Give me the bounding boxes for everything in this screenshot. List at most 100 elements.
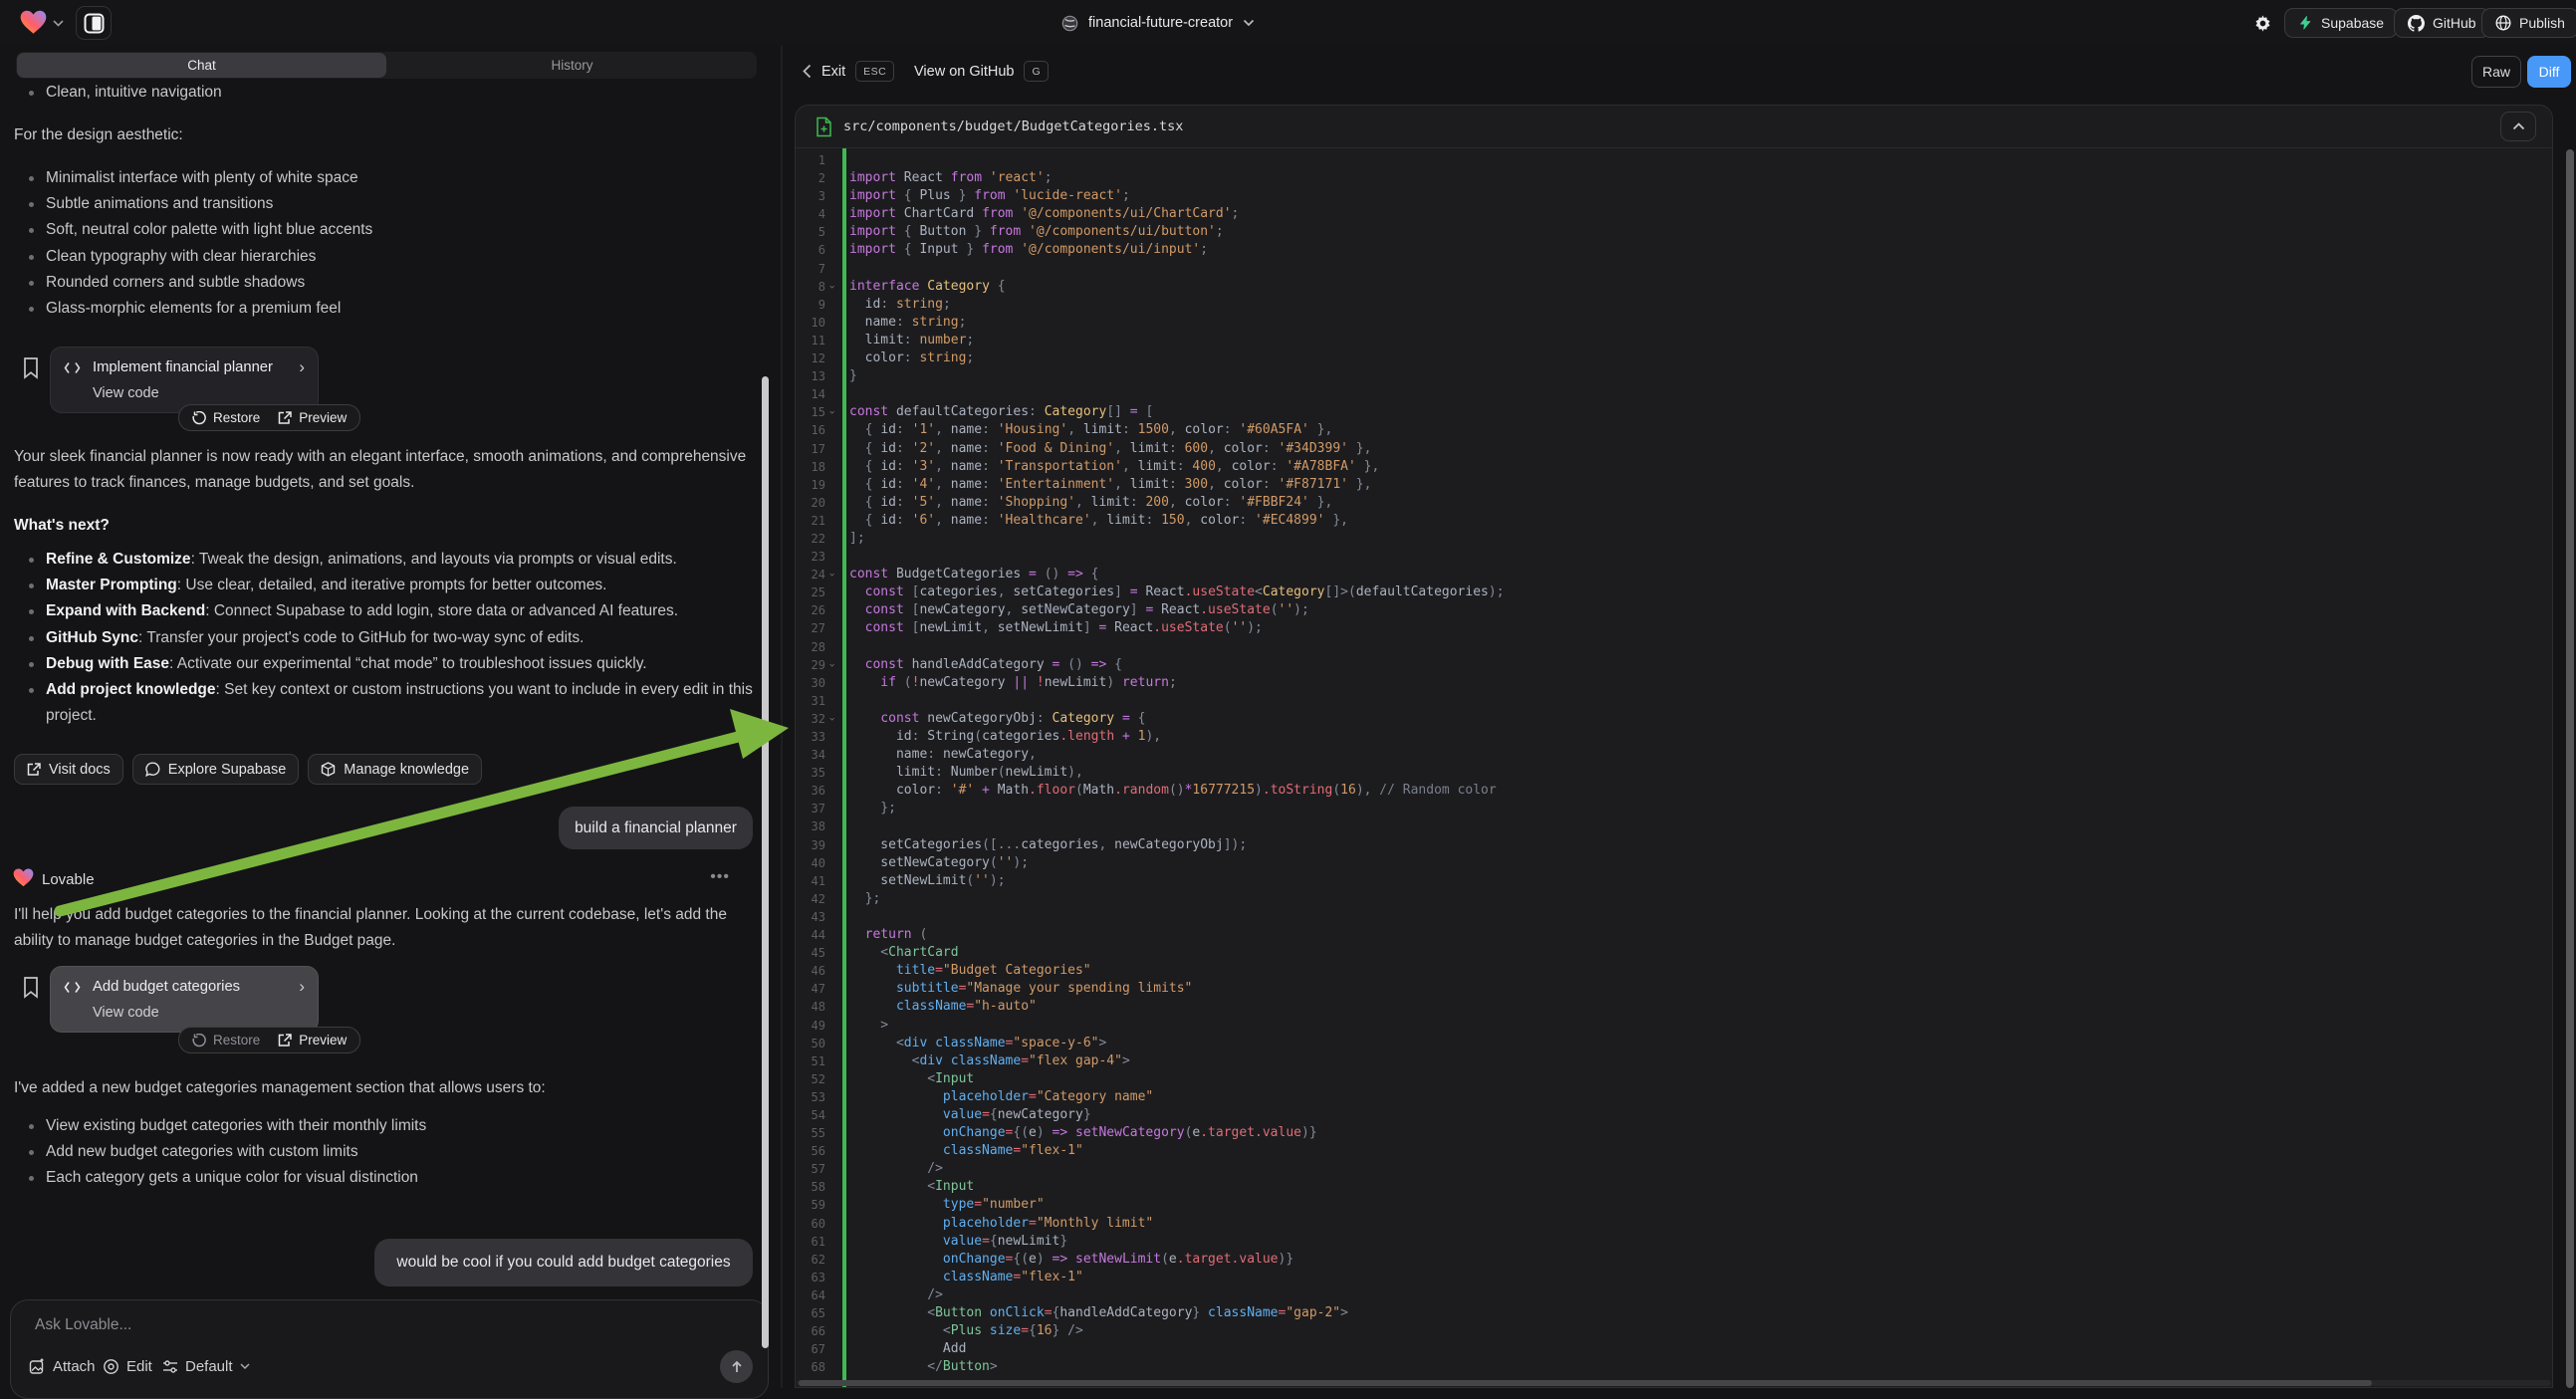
code-vertical-scrollbar[interactable] <box>2566 149 2574 1388</box>
code-line: 4import ChartCard from '@/components/ui/… <box>796 205 2552 223</box>
explore-supabase-button[interactable]: Explore Supabase <box>132 754 300 785</box>
line-number: 45 <box>796 944 825 962</box>
line-number: 50 <box>796 1035 825 1052</box>
raw-toggle-button[interactable]: Raw <box>2471 56 2521 88</box>
toggle-sidebar-button[interactable] <box>76 6 112 40</box>
code-header: Exit ESC View on GitHub G Raw Diff <box>795 46 2576 101</box>
preview-button[interactable]: Preview <box>278 410 347 425</box>
line-number: 18 <box>796 458 825 476</box>
chat-input-box[interactable]: Ask Lovable... Attach Edit Default <box>10 1299 769 1399</box>
fold-chevron-icon[interactable]: › <box>822 572 840 579</box>
line-number: 24 <box>796 566 825 583</box>
bookmark-icon[interactable] <box>22 356 40 379</box>
chevron-right-icon: › <box>299 977 305 997</box>
fold-chevron-icon[interactable]: › <box>822 409 840 416</box>
code-line: 57 /> <box>796 1160 2552 1178</box>
line-number: 13 <box>796 367 825 385</box>
chat-scrollbar[interactable] <box>762 376 769 1348</box>
list-item: Minimalist interface with plenty of whit… <box>14 165 763 191</box>
code-line: 3import { Plus } from 'lucide-react'; <box>796 187 2552 205</box>
bookmark-icon[interactable] <box>22 976 40 999</box>
view-code-link[interactable]: View code <box>93 385 159 401</box>
panel-divider[interactable] <box>781 46 783 1388</box>
code-line: 49 > <box>796 1017 2552 1035</box>
attach-button[interactable]: Attach <box>29 1358 96 1375</box>
code-line: 65 <Button onClick={handleAddCategory} c… <box>796 1304 2552 1322</box>
line-number: 15 <box>796 403 825 421</box>
code-line: 34 name: newCategory, <box>796 746 2552 764</box>
restore-button[interactable]: Restore <box>192 1033 260 1048</box>
code-line: 40 setNewCategory(''); <box>796 854 2552 872</box>
code-line: 41 setNewLimit(''); <box>796 872 2552 890</box>
line-number: 42 <box>796 890 825 908</box>
line-number: 40 <box>796 854 825 872</box>
tab-chat[interactable]: Chat <box>17 53 386 78</box>
version-card-add-budget-categories[interactable]: Add budget categories › View code <box>50 966 319 1033</box>
line-number: 36 <box>796 782 825 800</box>
code-line: 18 { id: '3', name: 'Transportation', li… <box>796 458 2552 476</box>
code-line: 15›const defaultCategories: Category[] =… <box>796 403 2552 421</box>
line-number: 28 <box>796 638 825 656</box>
line-number: 44 <box>796 926 825 944</box>
restore-preview-pill-1: Restore Preview <box>178 404 360 431</box>
line-number: 32 <box>796 710 825 728</box>
file-path-row[interactable]: src/components/budget/BudgetCategories.t… <box>796 106 2552 148</box>
code-line: 56 className="flex-1" <box>796 1142 2552 1160</box>
tab-history[interactable]: History <box>387 52 757 79</box>
preview-button[interactable]: Preview <box>278 1033 347 1048</box>
project-switcher[interactable]: financial-future-creator <box>1061 0 1255 46</box>
line-number: 22 <box>796 530 825 548</box>
supabase-button[interactable]: Supabase <box>2284 8 2398 38</box>
list-item: GitHub Sync: Transfer your project's cod… <box>14 625 763 651</box>
fold-chevron-icon[interactable]: › <box>822 283 840 290</box>
code-line: 6import { Input } from '@/components/ui/… <box>796 241 2552 259</box>
line-number: 17 <box>796 440 825 458</box>
exit-button[interactable]: Exit ESC <box>803 61 894 82</box>
settings-button[interactable] <box>2244 8 2280 38</box>
line-number: 11 <box>796 332 825 350</box>
code-line: 37 }; <box>796 800 2552 817</box>
line-number: 37 <box>796 800 825 817</box>
list-item: Add new budget categories with custom li… <box>14 1139 763 1165</box>
diff-toggle-button[interactable]: Diff <box>2527 56 2571 88</box>
message-options-button[interactable]: ••• <box>710 868 730 886</box>
whats-next-list: Refine & Customize: Tweak the design, an… <box>14 547 763 729</box>
code-line: 9 id: string; <box>796 296 2552 314</box>
manage-knowledge-button[interactable]: Manage knowledge <box>308 754 482 785</box>
logo-chevron-down-icon[interactable] <box>53 20 64 27</box>
restore-button[interactable]: Restore <box>192 410 260 425</box>
line-number: 49 <box>796 1017 825 1035</box>
version-card-implement-financial-planner[interactable]: Implement financial planner › View code <box>50 347 319 413</box>
view-code-link[interactable]: View code <box>93 1005 159 1021</box>
github-label: GitHub <box>2433 15 2476 31</box>
collapse-file-button[interactable] <box>2500 112 2536 141</box>
code-line: 45 <ChartCard <box>796 944 2552 962</box>
code-horizontal-scrollbar[interactable] <box>799 1380 2372 1386</box>
send-button[interactable] <box>720 1350 753 1383</box>
github-button[interactable]: GitHub <box>2394 8 2490 38</box>
view-on-github-button[interactable]: View on GitHub G <box>914 61 1049 82</box>
bullet-icon <box>29 688 34 693</box>
publish-button[interactable]: Publish <box>2481 8 2576 38</box>
line-number: 56 <box>796 1142 825 1160</box>
project-title: financial-future-creator <box>1088 15 1233 31</box>
code-line: 61 value={newLimit} <box>796 1233 2552 1251</box>
lovable-logo[interactable] <box>20 10 47 35</box>
edit-mode-button[interactable]: Edit <box>103 1358 152 1375</box>
code-line: 44 return ( <box>796 926 2552 944</box>
line-number: 23 <box>796 548 825 566</box>
line-number: 48 <box>796 998 825 1016</box>
line-number: 65 <box>796 1304 825 1322</box>
file-added-icon <box>816 117 832 137</box>
reply-intro-paragraph: I'll help you add budget categories to t… <box>14 902 766 954</box>
added-intro-paragraph: I've added a new budget categories manag… <box>14 1075 766 1101</box>
line-number: 27 <box>796 619 825 637</box>
assistant-name: Lovable <box>42 871 95 888</box>
bullet-icon <box>29 1176 34 1181</box>
arrow-up-icon <box>730 1360 744 1374</box>
model-selector[interactable]: Default <box>162 1358 250 1375</box>
visit-docs-button[interactable]: Visit docs <box>14 754 123 785</box>
fold-chevron-icon[interactable]: › <box>822 661 840 668</box>
fold-chevron-icon[interactable]: › <box>822 716 840 723</box>
line-number: 59 <box>796 1196 825 1214</box>
